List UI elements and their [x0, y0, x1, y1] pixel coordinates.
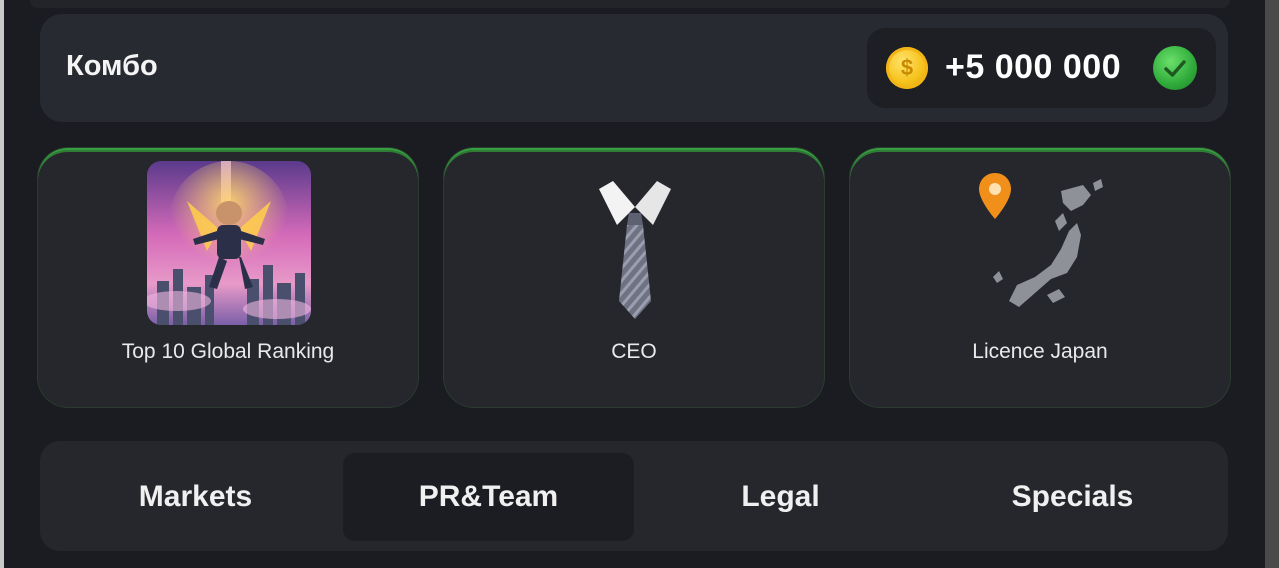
card-label: Licence Japan [972, 340, 1108, 363]
left-window-edge [0, 0, 4, 568]
card-label: Top 10 Global Ranking [121, 340, 335, 363]
hamster-hero-image [147, 161, 311, 325]
combo-card-top-10-global-ranking[interactable]: Top 10 Global Ranking [38, 148, 418, 407]
card-label: CEO [611, 340, 657, 363]
combo-card-ceo[interactable]: CEO [444, 148, 824, 407]
tab-pr-team[interactable]: PR&Team [343, 453, 634, 541]
tab-legal[interactable]: Legal [635, 453, 926, 541]
tab-markets[interactable]: Markets [50, 453, 341, 541]
tie-icon [553, 161, 717, 325]
combo-title: Комбо [66, 50, 158, 82]
upgrade-category-tabs: Markets PR&Team Legal Specials [40, 441, 1228, 551]
check-circle-icon [1153, 46, 1197, 90]
combo-reward-pill: $ +5 000 000 [867, 28, 1216, 108]
top-panel-edge [30, 0, 1230, 8]
japan-map-icon [959, 161, 1123, 325]
coin-icon: $ [886, 47, 928, 89]
daily-combo-bar: Комбо $ +5 000 000 [40, 14, 1228, 122]
combo-card-licence-japan[interactable]: Licence Japan [850, 148, 1230, 407]
tab-specials[interactable]: Specials [927, 453, 1218, 541]
right-window-edge [1265, 0, 1279, 568]
combo-reward-amount: +5 000 000 [945, 48, 1122, 86]
